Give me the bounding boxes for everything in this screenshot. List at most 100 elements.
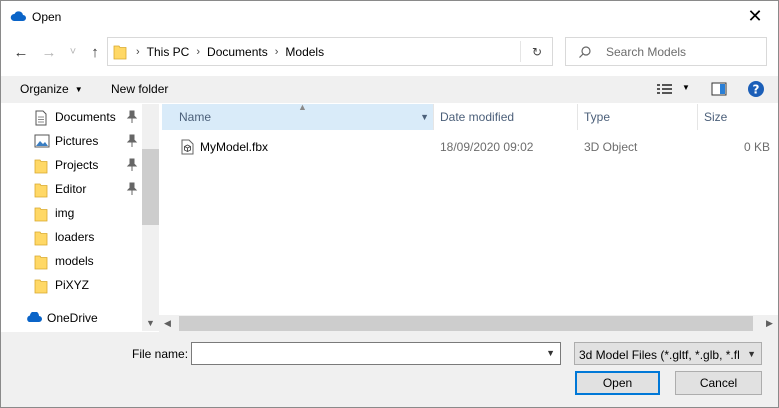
sidebar-item-pixyz[interactable]: PiXYZ	[1, 273, 142, 297]
pin-icon	[126, 110, 138, 123]
help-button[interactable]: ?	[747, 80, 765, 101]
folder-icon	[113, 45, 127, 60]
search-placeholder: Search Models	[606, 45, 687, 59]
folder-icon	[34, 231, 48, 246]
sidebar-item-label: models	[55, 254, 94, 268]
breadcrumb-models[interactable]: Models	[285, 45, 324, 59]
onedrive-icon	[27, 312, 42, 322]
refresh-icon: ↻	[531, 45, 543, 59]
sidebar-item-label: PiXYZ	[55, 278, 90, 292]
file-type-filter-value: 3d Model Files (*.gltf, *.glb, *.fb	[579, 348, 739, 362]
open-button-label: Open	[602, 376, 633, 390]
sidebar-item-label: Documents	[55, 110, 116, 124]
preview-pane-button[interactable]	[711, 82, 727, 99]
pictures-icon	[34, 134, 50, 148]
sidebar-item-label: img	[55, 206, 75, 220]
file-list-scrollbar[interactable]: ◀ ▶	[159, 315, 778, 332]
chevron-down-icon: ˅	[69, 46, 77, 58]
sidebar-item-editor[interactable]: Editor	[1, 177, 142, 201]
scrollbar-thumb[interactable]	[179, 316, 753, 331]
sort-ascending-icon: ▲	[298, 102, 307, 112]
column-header-size[interactable]: Size	[698, 104, 778, 130]
column-header-type[interactable]: Type	[578, 104, 698, 130]
sidebar-item-projects[interactable]: Projects	[1, 153, 142, 177]
3d-object-file-icon	[181, 139, 194, 155]
breadcrumb-separator: ›	[196, 46, 201, 58]
preview-pane-icon	[711, 82, 727, 96]
folder-icon	[34, 183, 48, 198]
breadcrumb-documents[interactable]: Documents	[207, 45, 268, 59]
new-folder-button[interactable]: New folder	[111, 82, 168, 96]
view-options-dropdown[interactable]: ▼	[682, 83, 690, 92]
back-arrow-icon: ←	[13, 43, 29, 61]
sidebar-item-label: Pictures	[55, 134, 99, 148]
folder-icon	[34, 207, 48, 222]
recent-locations-button[interactable]: ˅	[63, 42, 83, 62]
details-view-icon	[657, 84, 672, 94]
pin-icon	[126, 182, 138, 195]
sidebar-item-loaders[interactable]: loaders	[1, 225, 142, 249]
navigation-scrollbar[interactable]: ▼	[142, 104, 159, 331]
forward-arrow-icon: →	[41, 43, 57, 61]
column-header-name[interactable]: ▲ Name ▼	[162, 102, 434, 130]
cancel-button-label: Cancel	[699, 376, 738, 390]
column-header-label: Name	[179, 110, 212, 124]
file-name-cell: MyModel.fbx	[200, 140, 269, 154]
sidebar-item-models[interactable]: models	[1, 249, 142, 273]
open-button[interactable]: Open	[575, 371, 660, 395]
file-type-cell: 3D Object	[584, 140, 638, 154]
sidebar-item-label: Projects	[55, 158, 99, 172]
forward-button[interactable]: →	[39, 42, 59, 62]
folder-icon	[34, 279, 48, 294]
onedrive-cloud-icon	[10, 11, 26, 21]
help-icon: ?	[748, 81, 764, 97]
caret-down-icon: ▼	[74, 85, 83, 94]
back-button[interactable]: ←	[11, 42, 31, 62]
scroll-right-arrow[interactable]: ▶	[761, 315, 778, 332]
close-button[interactable]: ✕	[732, 1, 778, 32]
sidebar-item-img[interactable]: img	[1, 201, 142, 225]
documents-icon	[35, 110, 47, 126]
scroll-down-arrow[interactable]: ▼	[142, 314, 159, 331]
scroll-left-arrow[interactable]: ◀	[159, 315, 176, 332]
organize-menu[interactable]: Organize ▼	[20, 82, 83, 96]
cancel-button[interactable]: Cancel	[675, 371, 762, 395]
breadcrumb: › This PC › Documents › Models	[136, 45, 324, 59]
address-bar[interactable]: › This PC › Documents › Models ↻	[107, 37, 553, 66]
sidebar-item-pictures[interactable]: Pictures	[1, 129, 142, 153]
svg-text:?: ?	[753, 83, 760, 97]
pin-icon	[126, 134, 138, 147]
breadcrumb-this-pc[interactable]: This PC	[147, 45, 190, 59]
file-name-combo[interactable]: ▼	[191, 342, 561, 365]
sidebar-item-label: OneDrive	[47, 311, 98, 325]
file-date-cell: 18/09/2020 09:02	[440, 140, 534, 154]
file-size-cell: 0 KB	[743, 140, 770, 154]
open-file-dialog: Open ✕ ← → ˅ ↑ › This PC › Documents › M…	[0, 0, 779, 408]
column-header-date[interactable]: Date modified	[434, 104, 578, 130]
file-name-input[interactable]	[194, 345, 534, 362]
column-header-label: Type	[584, 110, 611, 124]
folder-icon	[34, 159, 48, 174]
file-list: ▲ Name ▼ Date modified Type Size MyModel…	[162, 102, 778, 314]
folder-icon	[34, 255, 48, 270]
file-type-filter[interactable]: 3d Model Files (*.gltf, *.glb, *.fb ▼	[574, 342, 762, 365]
caret-down-icon: ▼	[682, 83, 690, 92]
change-view-button[interactable]	[656, 82, 674, 99]
chevron-down-icon: ▼	[747, 349, 756, 359]
scrollbar-thumb[interactable]	[142, 149, 159, 225]
breadcrumb-separator: ›	[136, 46, 140, 58]
chevron-down-icon[interactable]: ▼	[546, 348, 555, 358]
up-arrow-icon: ↑	[91, 43, 99, 61]
sidebar-item-documents[interactable]: Documents	[1, 105, 142, 129]
table-row[interactable]: MyModel.fbx 18/09/2020 09:02 3D Object 0…	[162, 136, 778, 158]
up-button[interactable]: ↑	[85, 42, 105, 62]
search-box[interactable]: Search Models	[565, 37, 767, 66]
file-name-label: File name:	[132, 347, 189, 361]
sidebar-item-label: Editor	[55, 182, 87, 196]
sidebar-item-onedrive[interactable]: OneDrive	[1, 305, 142, 329]
title-bar: Open ✕	[1, 1, 778, 32]
command-bar: Organize ▼ New folder ▼ ?	[1, 76, 778, 103]
refresh-button[interactable]: ↻	[528, 43, 546, 61]
chevron-down-icon: ▼	[420, 112, 429, 122]
navigation-pane: Documents Pictures Projects Editor img l…	[1, 104, 159, 331]
